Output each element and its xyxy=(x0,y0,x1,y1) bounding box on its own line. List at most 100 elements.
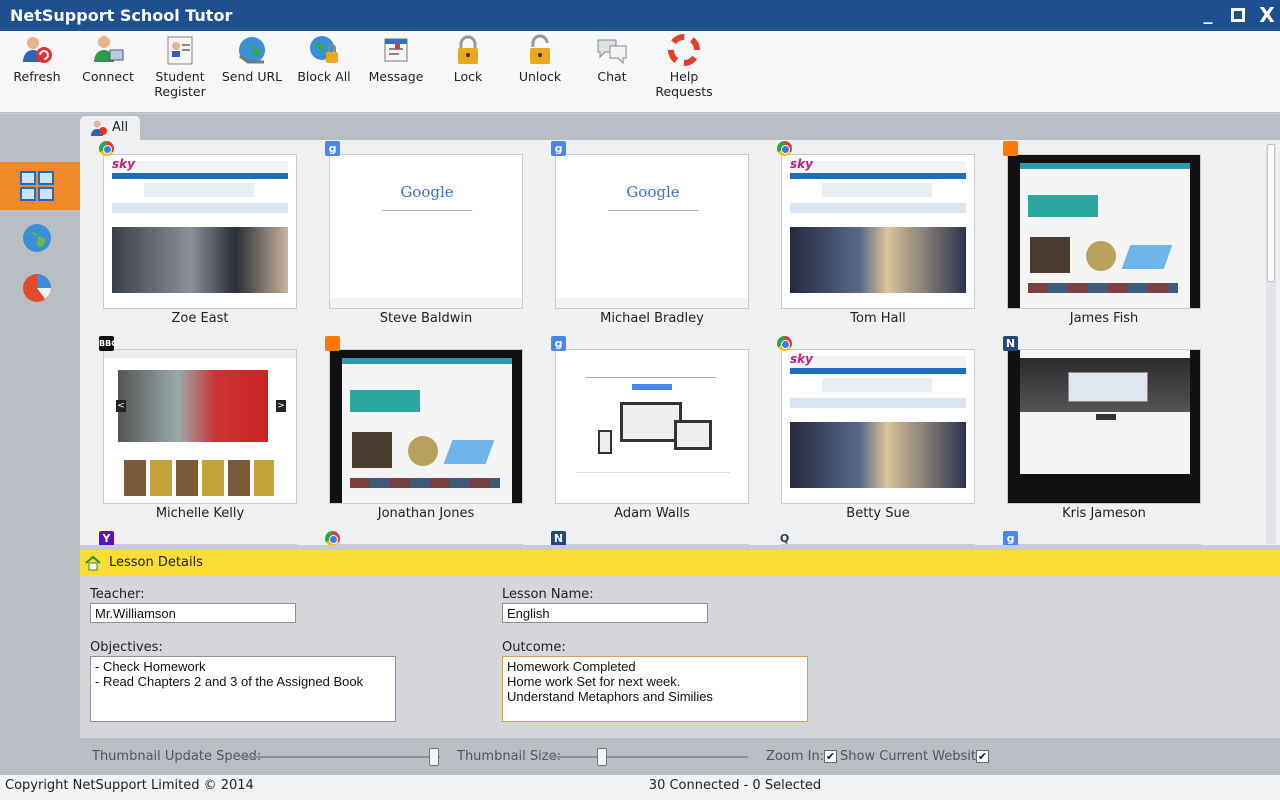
student-tile[interactable]: g Google Steve Baldwin xyxy=(325,140,526,330)
zoom-in-label: Zoom In: xyxy=(766,749,825,764)
slider-knob[interactable] xyxy=(597,748,607,766)
google-icon: g xyxy=(551,336,566,351)
student-tile[interactable]: g Adam Walls xyxy=(551,335,752,525)
slider-knob[interactable] xyxy=(429,748,439,766)
lesson-details-title: Lesson Details xyxy=(109,555,203,570)
maximize-button[interactable] xyxy=(1226,3,1250,27)
chat-label: Chat xyxy=(597,69,627,84)
lesson-details-header[interactable]: Lesson Details xyxy=(80,550,1280,576)
minimize-button[interactable]: _ xyxy=(1196,3,1220,27)
help-requests-label: Help Requests xyxy=(655,69,713,99)
screen-thumbnail: sky xyxy=(781,349,975,504)
screen-thumbnail xyxy=(555,544,749,545)
screen-thumbnail xyxy=(1007,349,1201,504)
student-name: Michael Bradley xyxy=(600,311,704,326)
status-bar: Copyright NetSupport Limited © 2014 30 C… xyxy=(0,774,1280,800)
thumbnail-controls: Thumbnail Update Speed: Thumbnail Size: … xyxy=(80,738,1280,774)
lesson-details-panel: Teacher: Mr.Williamson Lesson Name: Engl… xyxy=(80,576,1280,738)
student-tile[interactable]: g xyxy=(1003,530,1204,545)
send-url-icon xyxy=(239,37,265,64)
block-all-button[interactable]: Block All xyxy=(288,34,360,84)
student-name: Jonathan Jones xyxy=(377,506,475,521)
zoom-in-checkbox[interactable]: ✔ xyxy=(824,750,837,763)
bbc-icon: BBC xyxy=(99,336,117,351)
student-name: Betty Sue xyxy=(846,506,910,521)
chat-button[interactable]: Chat xyxy=(576,34,648,84)
screen-thumbnail xyxy=(329,349,523,504)
unlock-icon xyxy=(530,34,550,64)
scrollbar-thumb[interactable] xyxy=(1267,144,1275,282)
send-url-label: Send URL xyxy=(221,69,283,84)
teacher-label: Teacher: xyxy=(90,587,145,602)
toolbar: Refresh Connect Student Register Send UR… xyxy=(0,31,1280,113)
close-button[interactable]: X xyxy=(1255,3,1279,27)
tab-all[interactable]: All xyxy=(80,116,140,140)
student-tile[interactable]: sky Betty Sue xyxy=(777,335,978,525)
student-tile[interactable]: Y xyxy=(99,530,300,545)
view-sidebar xyxy=(0,114,80,774)
student-thumbnail-grid: sky Zoe East g Google Steve Baldwin g Go… xyxy=(80,140,1280,545)
thumbnail-size-slider[interactable] xyxy=(548,748,748,766)
outcome-field[interactable]: Homework Completed Home work Set for nex… xyxy=(502,656,808,722)
student-tile[interactable]: James Fish xyxy=(1003,140,1204,330)
message-label: Message xyxy=(368,69,424,84)
student-tile[interactable]: N Kris Jameson xyxy=(1003,335,1204,525)
screen-thumbnail: Google xyxy=(555,154,749,309)
show-website-label: Show Current Website: xyxy=(840,749,989,764)
teacher-field[interactable]: Mr.Williamson xyxy=(90,603,296,623)
student-tile[interactable]: BBC < > Michelle Kelly xyxy=(99,335,300,525)
student-tile[interactable]: N xyxy=(551,530,752,545)
refresh-users-icon xyxy=(23,37,52,63)
lesson-name-field[interactable]: English xyxy=(502,603,708,623)
send-url-button[interactable]: Send URL xyxy=(216,34,288,84)
student-name: Adam Walls xyxy=(614,506,690,521)
thumbnail-size-label: Thumbnail Size: xyxy=(457,749,561,764)
carousel-next-icon: > xyxy=(276,400,286,412)
student-tile[interactable]: g Google Michael Bradley xyxy=(551,140,752,330)
student-tile[interactable]: Jonathan Jones xyxy=(325,335,526,525)
message-button[interactable]: Message xyxy=(360,34,432,84)
web-view-button[interactable] xyxy=(0,214,80,262)
globe-icon xyxy=(23,224,51,252)
student-tile[interactable]: Q xyxy=(778,530,978,545)
unlock-label: Unlock xyxy=(518,69,562,84)
connect-button[interactable]: Connect xyxy=(72,34,144,84)
refresh-button[interactable]: Refresh xyxy=(1,34,73,84)
screen-thumbnail: Google xyxy=(329,154,523,309)
netsupport-icon: N xyxy=(551,531,566,545)
update-speed-slider[interactable] xyxy=(240,748,440,766)
block-all-icon xyxy=(310,36,338,63)
screen-thumbnail xyxy=(781,544,975,545)
google-icon: g xyxy=(1003,531,1018,545)
block-all-label: Block All xyxy=(297,69,351,84)
pie-chart-icon xyxy=(23,274,51,302)
orange-browser-icon xyxy=(325,336,340,351)
student-register-button[interactable]: Student Register xyxy=(144,34,216,99)
carousel-prev-icon: < xyxy=(116,400,126,412)
statistics-view-button[interactable] xyxy=(0,264,80,312)
student-name: Zoe East xyxy=(171,311,229,326)
lock-icon xyxy=(458,35,478,64)
connection-status: 30 Connected - 0 Selected xyxy=(648,778,822,793)
tab-all-label: All xyxy=(112,120,129,135)
grid-scrollbar[interactable] xyxy=(1266,144,1276,544)
help-requests-button[interactable]: Help Requests xyxy=(648,34,720,99)
orange-browser-icon xyxy=(1003,141,1018,156)
chrome-browser-icon xyxy=(325,531,340,545)
unlock-button[interactable]: Unlock xyxy=(504,34,576,84)
objectives-field[interactable]: - Check Homework - Read Chapters 2 and 3… xyxy=(90,656,396,722)
student-name: Michelle Kelly xyxy=(155,506,245,521)
yahoo-icon: Y xyxy=(99,531,114,545)
thumbnail-view-icon xyxy=(20,171,54,201)
google-logo: Google xyxy=(400,183,454,201)
thumbnail-view-button[interactable] xyxy=(0,162,80,210)
google-icon: g xyxy=(551,141,566,156)
message-icon xyxy=(384,38,408,62)
screen-thumbnail xyxy=(103,544,297,545)
student-register-label: Student Register xyxy=(154,69,206,99)
show-website-checkbox[interactable]: ✔ xyxy=(976,750,989,763)
student-tile[interactable] xyxy=(325,530,526,545)
student-tile[interactable]: sky Tom Hall xyxy=(777,140,978,330)
lock-button[interactable]: Lock xyxy=(432,34,504,84)
student-tile[interactable]: sky Zoe East xyxy=(99,140,300,330)
